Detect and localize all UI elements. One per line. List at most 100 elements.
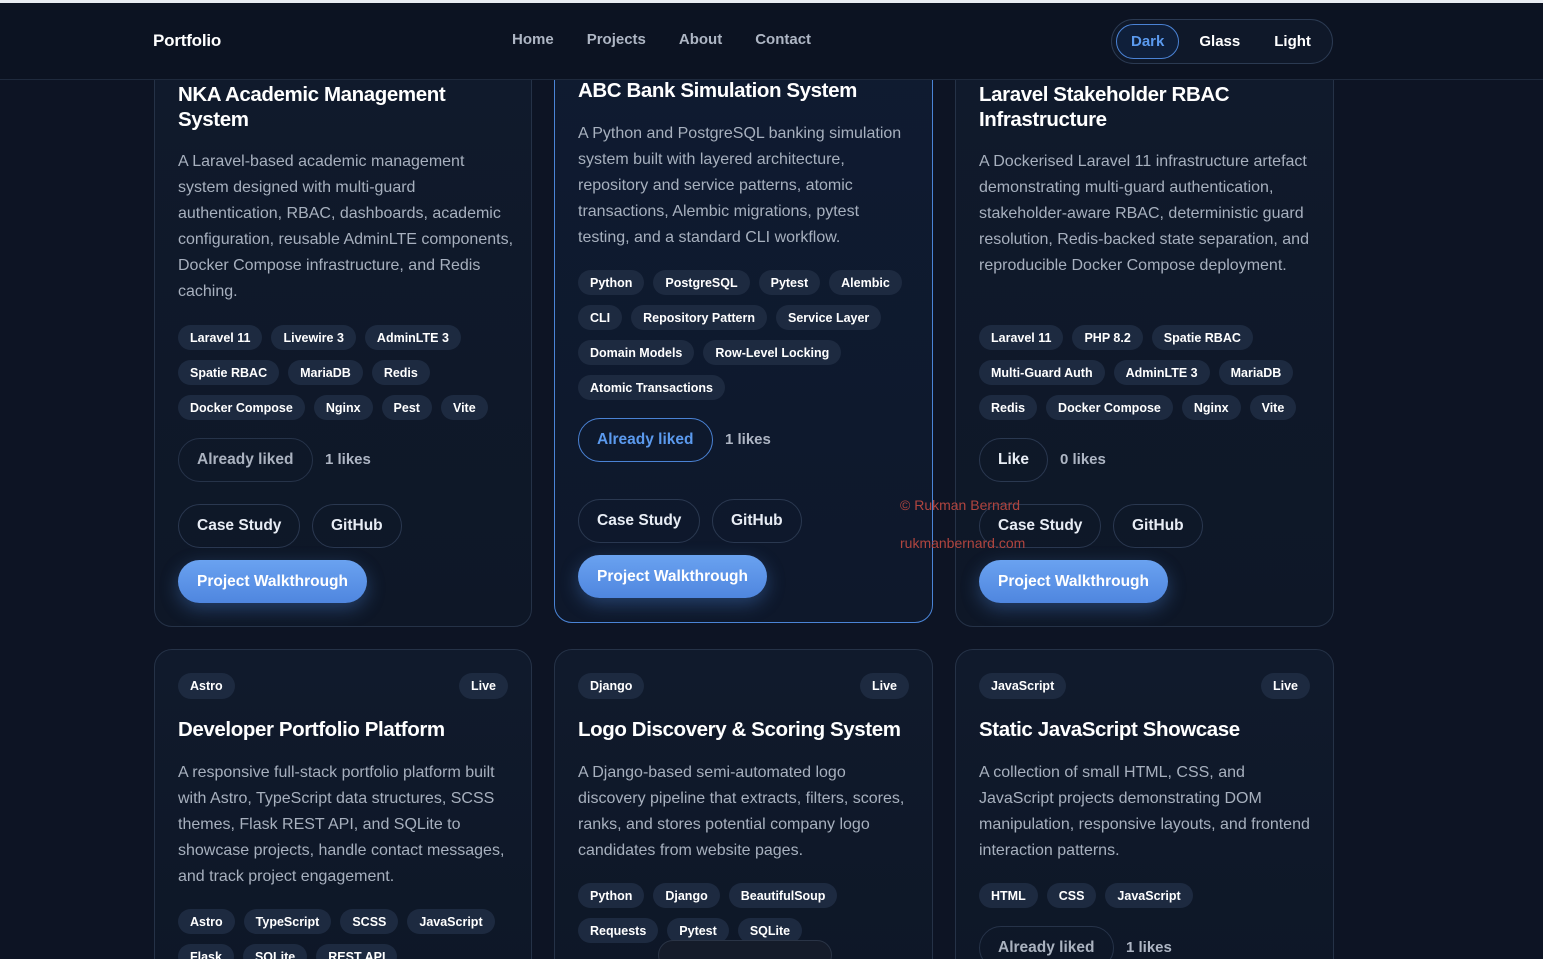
project-description: A Dockerised Laravel 11 infrastructure a… (979, 153, 1309, 274)
project-card-nka: NKA Academic Management System A Laravel… (154, 40, 532, 627)
like-button[interactable]: Already liked (578, 418, 713, 462)
theme-dark-button[interactable]: Dark (1116, 24, 1180, 59)
tag: HTML (979, 883, 1038, 908)
nav-link-projects[interactable]: Projects (587, 31, 646, 48)
brand-logo[interactable]: Portfolio (153, 31, 221, 51)
tag: Redis (371, 360, 430, 385)
walkthrough-button[interactable]: Project Walkthrough (578, 555, 767, 598)
nav-link-home[interactable]: Home (512, 31, 554, 48)
like-button[interactable]: Like (979, 438, 1049, 482)
theme-glass-button[interactable]: Glass (1185, 24, 1254, 59)
status-badge: Live (1260, 673, 1310, 699)
tag: Multi-Guard Auth (979, 360, 1105, 385)
tag: MariaDB (1218, 360, 1294, 385)
tag: Vite (1249, 395, 1297, 420)
tag: AdminLTE 3 (1113, 360, 1210, 385)
project-title: NKA Academic Management System (178, 83, 446, 131)
github-button[interactable]: GitHub (712, 499, 802, 543)
like-button[interactable]: Already liked (979, 926, 1114, 959)
navbar: Portfolio Home Projects About Contact Da… (0, 3, 1543, 80)
tag: Laravel 11 (979, 325, 1064, 350)
project-title: Static JavaScript Showcase (979, 718, 1240, 741)
tag: AdminLTE 3 (364, 325, 461, 350)
tag: CLI (578, 305, 623, 330)
theme-light-button[interactable]: Light (1260, 24, 1325, 59)
tag: PHP 8.2 (1072, 325, 1143, 350)
walkthrough-button[interactable]: Project Walkthrough (178, 560, 367, 603)
tag-list: HTML CSS JavaScript (979, 883, 1319, 908)
tag: SCSS (340, 909, 399, 934)
project-card-logo-discovery: Django Live Logo Discovery & Scoring Sys… (554, 649, 933, 959)
tag-list: Laravel 11 PHP 8.2 Spatie RBAC Multi-Gua… (979, 325, 1319, 420)
tag: Python (578, 270, 645, 295)
like-count: 1 likes (725, 431, 771, 448)
bottom-toolbar[interactable] (658, 940, 832, 959)
tag: Redis (979, 395, 1038, 420)
category-badge: JavaScript (979, 673, 1067, 699)
tag: Django (653, 883, 720, 908)
category-badge: Django (578, 673, 645, 699)
tag: Spatie RBAC (178, 360, 280, 385)
tag: Nginx (1181, 395, 1241, 420)
theme-switcher: Dark Glass Light (1111, 19, 1333, 64)
tag-list: Python PostgreSQL Pytest Alembic CLI Rep… (578, 270, 918, 400)
project-description: A responsive full-stack portfolio platfo… (178, 764, 505, 885)
nav-link-about[interactable]: About (679, 31, 722, 48)
tag: JavaScript (407, 909, 495, 934)
tag: Domain Models (578, 340, 695, 365)
tag: MariaDB (288, 360, 363, 385)
like-button[interactable]: Already liked (178, 438, 313, 482)
tag: Livewire 3 (271, 325, 356, 350)
nav-link-contact[interactable]: Contact (755, 31, 811, 48)
tag: Repository Pattern (631, 305, 767, 330)
status-badge: Live (458, 673, 508, 699)
tag: Nginx (313, 395, 373, 420)
watermark-copyright: © Rukman Bernard (900, 497, 1021, 513)
project-title: Laravel Stakeholder RBAC Infrastructure (979, 83, 1230, 131)
github-button[interactable]: GitHub (1113, 504, 1203, 548)
project-description: A collection of small HTML, CSS, and Jav… (979, 764, 1310, 859)
tag-list: Python Django BeautifulSoup Requests Pyt… (578, 883, 918, 943)
tag-list: Astro TypeScript SCSS JavaScript Flask S… (178, 909, 518, 959)
case-study-button[interactable]: Case Study (178, 504, 301, 548)
tag: Docker Compose (178, 395, 305, 420)
github-button[interactable]: GitHub (312, 504, 402, 548)
tag: PostgreSQL (653, 270, 750, 295)
case-study-button[interactable]: Case Study (578, 499, 701, 543)
tag: SQLite (242, 944, 308, 959)
tag: REST API (316, 944, 398, 959)
tag: Atomic Transactions (578, 375, 725, 400)
like-count: 1 likes (1126, 939, 1172, 956)
project-card-abc-bank: ABC Bank Simulation System A Python and … (554, 36, 933, 623)
watermark-url: rukmanbernard.com (900, 535, 1026, 551)
tag: BeautifulSoup (728, 883, 838, 908)
project-title: ABC Bank Simulation System (578, 79, 857, 102)
like-count: 1 likes (325, 451, 371, 468)
tag: Astro (178, 909, 235, 934)
project-card-js-showcase: JavaScript Live Static JavaScript Showca… (955, 649, 1334, 959)
project-title: Logo Discovery & Scoring System (578, 718, 901, 741)
tag: Python (578, 883, 645, 908)
tag: Docker Compose (1046, 395, 1173, 420)
tag-list: Laravel 11 Livewire 3 AdminLTE 3 Spatie … (178, 325, 518, 420)
like-count: 0 likes (1060, 451, 1106, 468)
walkthrough-button[interactable]: Project Walkthrough (979, 560, 1168, 603)
category-badge: Astro (178, 673, 235, 699)
tag: Vite (440, 395, 488, 420)
tag: Spatie RBAC (1151, 325, 1253, 350)
project-description: A Django-based semi-automated logo disco… (578, 764, 905, 859)
tag: Row-Level Locking (703, 340, 842, 365)
project-description: A Python and PostgreSQL banking simulati… (578, 125, 902, 246)
project-title: Developer Portfolio Platform (178, 718, 445, 741)
nav-links: Home Projects About Contact (512, 31, 811, 48)
tag: TypeScript (243, 909, 332, 934)
tag: Service Layer (775, 305, 882, 330)
tag: Laravel 11 (178, 325, 263, 350)
status-badge: Live (859, 673, 909, 699)
tag: Pytest (758, 270, 821, 295)
project-description: A Laravel-based academic management syst… (178, 153, 514, 300)
tag: CSS (1046, 883, 1097, 908)
project-card-portfolio: Astro Live Developer Portfolio Platform … (154, 649, 532, 959)
tag: Requests (578, 918, 659, 943)
tag: Pest (381, 395, 432, 420)
